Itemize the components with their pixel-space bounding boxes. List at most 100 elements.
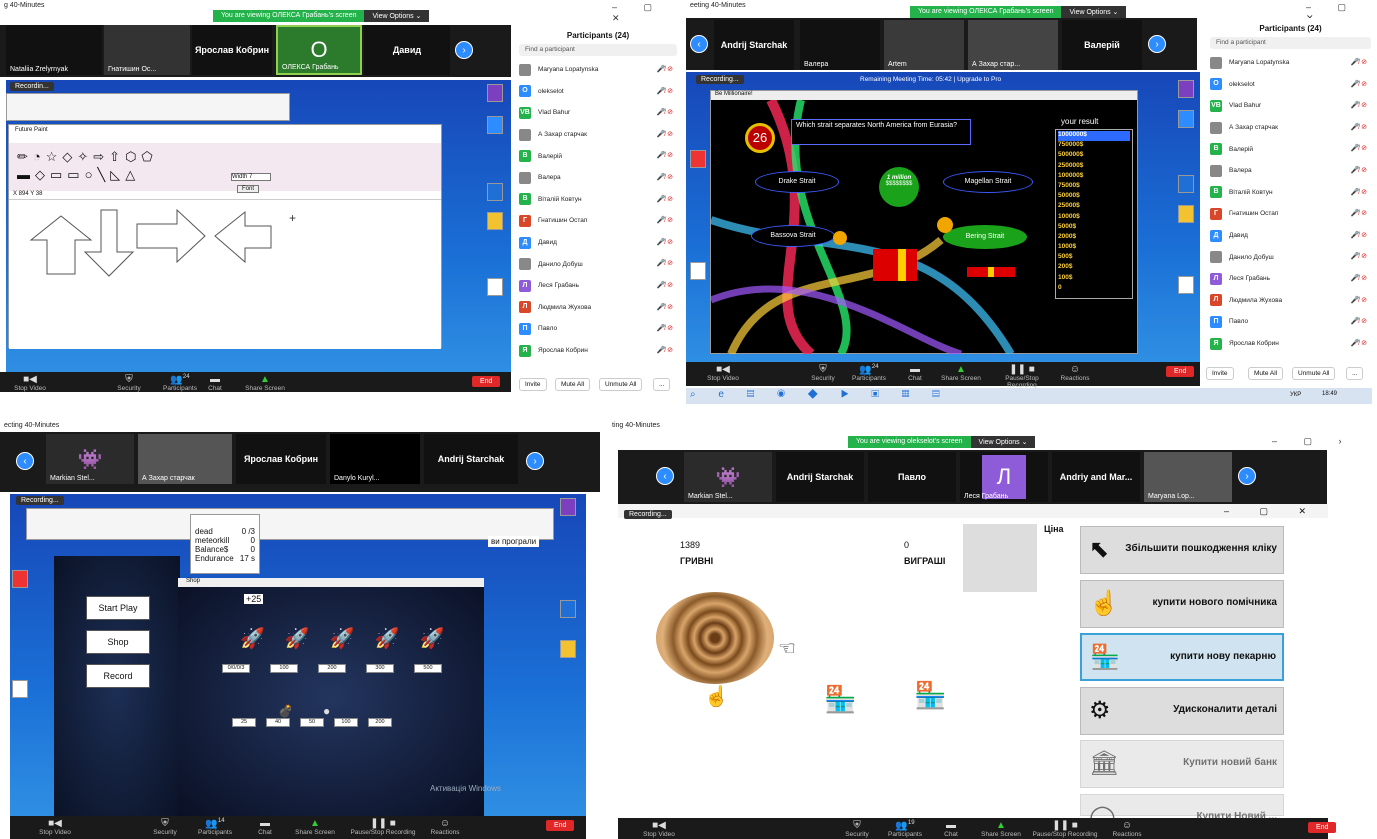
video-tile[interactable]: Maryana Lop... [1144,452,1232,502]
video-tile[interactable]: Andriy and Mar... [1052,452,1140,502]
shop-item-button[interactable]: ⬉ Збільшити пошкодження кліку [1080,526,1284,574]
video-tile[interactable]: Ярослав Кобрин [192,25,272,75]
mute-all-button[interactable]: Mute All [555,378,591,391]
chat-button[interactable]: ▬ Chat [926,820,976,838]
invite-button[interactable]: Invite [519,378,547,391]
video-tile[interactable]: Andrij Starchak [424,434,518,484]
desktop-icon[interactable] [560,498,576,516]
price-tag[interactable]: 25 [232,718,256,727]
paint-canvas[interactable]: + [9,199,441,349]
participant-row[interactable]: Данило Добуш 🎤̸ ⊘ [513,253,683,275]
mic-muted-icon[interactable]: 🎤̸ ⊘ [1350,339,1367,347]
mic-muted-icon[interactable]: 🎤̸ ⊘ [656,216,673,224]
security-button[interactable]: ⛨ Security [832,820,882,838]
participant-row[interactable]: Maryana Lopatynska 🎤̸ ⊘ [1204,52,1377,74]
mic-muted-icon[interactable]: 🎤̸ ⊘ [1350,274,1367,282]
end-button[interactable]: End [472,376,501,387]
mic-muted-icon[interactable]: 🎤̸ ⊘ [1350,188,1367,196]
prev-page-button[interactable]: ‹ [690,35,708,53]
mic-muted-icon[interactable]: 🎤̸ ⊘ [656,108,673,116]
mic-muted-icon[interactable]: 🎤̸ ⊘ [1350,296,1367,304]
desktop-icon[interactable] [487,212,503,230]
participant-row[interactable]: А Захар старчак 🎤̸ ⊘ [1204,117,1377,139]
security-button[interactable]: ⛨ Security [104,374,154,392]
shop-button[interactable]: Shop [86,630,150,654]
participant-row[interactable]: Г Гнатишин Остап 🎤̸ ⊘ [1204,203,1377,225]
desktop-icon[interactable] [487,183,503,201]
participant-row[interactable]: В Віталій Ковтун 🎤̸ ⊘ [1204,182,1377,204]
shop-item-button[interactable]: ⚙ Удисконалити деталі [1080,686,1284,735]
participant-row[interactable]: П Павло 🎤̸ ⊘ [513,318,683,340]
mute-all-button[interactable]: Mute All [1248,367,1284,380]
mic-muted-icon[interactable]: 🎤̸ ⊘ [1350,123,1367,131]
next-page-button[interactable]: › [455,41,473,59]
shop-item-button[interactable]: ☝ купити нового помічника [1080,579,1284,628]
video-tile[interactable]: Ярослав Кобрин [236,434,326,484]
price-tag[interactable]: 40 [266,718,290,727]
mic-muted-icon[interactable]: 🎤̸ ⊘ [1350,252,1367,260]
video-tile[interactable]: Artem [884,20,964,70]
tool-icons[interactable]: ✏◔☆◇✧⇨⇧⬡⬠ [17,149,158,165]
price-tag[interactable]: 500 [414,664,442,673]
price-tag[interactable]: 50 [300,718,324,727]
view-options-button[interactable]: View Options ⌄ [970,436,1036,448]
desktop-icon[interactable] [487,278,503,296]
answer-b[interactable]: Magellan Strait [943,171,1033,193]
stop-video-button[interactable]: ■◀ Stop Video [634,820,684,838]
chat-button[interactable]: ▬ Chat [890,364,940,382]
desktop-icon[interactable] [1178,110,1194,128]
participant-row[interactable]: Л Людмила Жухова 🎤̸ ⊘ [513,297,683,319]
video-tile[interactable]: Л Леся Грабань [960,452,1048,502]
start-play-button[interactable]: Start Play [86,596,150,620]
participant-row[interactable]: В Валерій 🎤̸ ⊘ [1204,138,1377,160]
answer-c[interactable]: Bassova Strait [751,225,835,247]
answer-d[interactable]: Bering Strait [943,225,1027,249]
video-tile[interactable]: Павло [868,452,956,502]
mic-muted-icon[interactable]: 🎤̸ ⊘ [1350,80,1367,88]
desktop-icon[interactable] [487,116,503,134]
participant-row[interactable]: Г Гнатишин Остап 🎤̸ ⊘ [513,210,683,232]
participants-button[interactable]: 👥24 Participants [844,364,894,382]
desktop-icon[interactable] [1178,276,1194,294]
price-tag[interactable]: 0/0/0/3 [222,664,250,673]
video-tile[interactable]: Валерій [1062,20,1142,70]
video-tile[interactable]: А Захар стар... [968,20,1058,70]
participant-row[interactable]: В Валерій 🎤̸ ⊘ [513,145,683,167]
taskbar-lang[interactable]: УКР [1290,392,1301,398]
participant-row[interactable]: Данило Добуш 🎤̸ ⊘ [1204,246,1377,268]
unmute-all-button[interactable]: Unmute All [1292,367,1336,380]
chat-button[interactable]: ▬ Chat [240,818,290,836]
mic-muted-icon[interactable]: 🎤̸ ⊘ [656,346,673,354]
price-tag[interactable]: 200 [368,718,392,727]
window-controls[interactable]: – ▢ ✕ [1224,506,1320,517]
mic-muted-icon[interactable]: 🎤̸ ⊘ [656,281,673,289]
participant-row[interactable]: Л Леся Грабань 🎤̸ ⊘ [513,275,683,297]
reactions-button[interactable]: ☺ Reactions [1102,820,1152,838]
mic-muted-icon[interactable]: 🎤̸ ⊘ [1350,101,1367,109]
unmute-all-button[interactable]: Unmute All [599,378,643,391]
video-tile[interactable]: Andrij Starchak [776,452,864,502]
participant-row[interactable]: В Віталій Ковтун 🎤̸ ⊘ [513,189,683,211]
participant-row[interactable]: Oolekselot 🎤̸ ⊘ [1204,74,1377,96]
video-tile[interactable]: Гнатишин Ос... [104,25,190,75]
participants-button[interactable]: 👥14 Participants [190,818,240,836]
security-button[interactable]: ⛨ Security [140,818,190,836]
prev-page-button[interactable]: ‹ [16,452,34,470]
end-button[interactable]: End [1166,366,1195,377]
participants-button[interactable]: 👥19 Participants [880,820,930,838]
reactions-button[interactable]: ☺ Reactions [420,818,470,836]
share-screen-button[interactable]: ▲ Share Screen [290,818,340,836]
participant-row[interactable]: Валера 🎤̸ ⊘ [513,167,683,189]
video-tile[interactable]: Nataliia Zrelyrnyak [6,25,102,75]
reactions-button[interactable]: ☺ Reactions [1050,364,1100,382]
mic-muted-icon[interactable]: 🎤̸ ⊘ [656,303,673,311]
mic-muted-icon[interactable]: 🎤̸ ⊘ [1350,231,1367,239]
participant-search[interactable]: Find a participant [1210,37,1371,49]
shop-item-button[interactable]: 🏛 Купити новий банк [1080,740,1284,788]
participant-row[interactable]: Я Ярослав Кобрин 🎤̸ ⊘ [1204,333,1377,355]
shop-item-button[interactable]: 🏪 купити нову пекарню [1080,633,1284,681]
video-tile[interactable]: А Захар старчак [138,434,232,484]
price-tag[interactable]: 200 [318,664,346,673]
rockets-row[interactable]: 🚀🚀🚀🚀🚀 [240,626,465,651]
invite-button[interactable]: Invite [1206,367,1234,380]
